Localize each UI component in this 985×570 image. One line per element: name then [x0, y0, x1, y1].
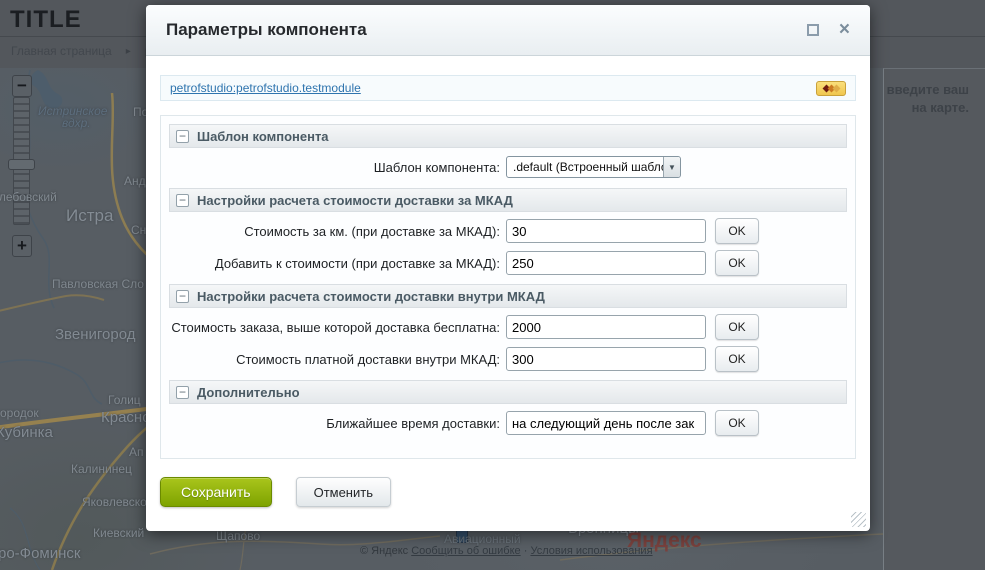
- params-section: − Дополнительно Ближайшее время доставки…: [169, 380, 847, 436]
- map-label: вдхр.: [62, 116, 91, 130]
- ok-button[interactable]: OK: [715, 218, 759, 244]
- map-label: Авиационный: [444, 532, 521, 546]
- close-icon[interactable]: ×: [839, 23, 850, 37]
- collapse-minus-icon[interactable]: −: [176, 194, 189, 207]
- component-params-dialog: Параметры компонента × petrofstudio:petr…: [146, 5, 870, 531]
- collapse-minus-icon[interactable]: −: [176, 386, 189, 399]
- params-section: − Настройки расчета стоимости доставки з…: [169, 188, 847, 276]
- param-row: Стоимость платной доставки внутри МКАД: …: [169, 346, 847, 372]
- ok-button[interactable]: OK: [715, 346, 759, 372]
- param-row: Стоимость заказа, выше которой доставка …: [169, 314, 847, 340]
- ok-button[interactable]: OK: [715, 314, 759, 340]
- param-label: Стоимость заказа, выше которой доставка …: [169, 320, 506, 335]
- collapse-minus-icon[interactable]: −: [176, 130, 189, 143]
- section-header[interactable]: − Настройки расчета стоимости доставки в…: [169, 284, 847, 308]
- map-label: Красно: [101, 409, 151, 426]
- breadcrumb: Главная страница ▸ pet: [11, 44, 161, 58]
- params-section: − Настройки расчета стоимости доставки в…: [169, 284, 847, 372]
- param-input[interactable]: [506, 251, 706, 275]
- param-input[interactable]: [506, 219, 706, 243]
- map-label: Звенигород: [55, 326, 135, 343]
- map-zoom-out-button[interactable]: −: [12, 75, 32, 97]
- resize-grip[interactable]: [851, 512, 866, 527]
- dialog-header[interactable]: Параметры компонента ×: [146, 5, 870, 56]
- section-title: Настройки расчета стоимости доставки вну…: [197, 289, 545, 304]
- map-label: ородок: [0, 406, 39, 420]
- map-label: Яковлевское: [82, 495, 153, 509]
- section-header[interactable]: − Настройки расчета стоимости доставки з…: [169, 188, 847, 212]
- map-label: Ап: [129, 445, 144, 459]
- map-label: Киевский: [93, 526, 144, 540]
- ok-button[interactable]: OK: [715, 410, 759, 436]
- ok-button[interactable]: OK: [715, 250, 759, 276]
- map-label: Калининец: [71, 462, 132, 476]
- cancel-button[interactable]: Отменить: [296, 477, 391, 507]
- param-row: Добавить к стоимости (при доставке за МК…: [169, 250, 847, 276]
- map-label: Кубинка: [0, 424, 53, 441]
- map-label: Голиц: [108, 393, 141, 407]
- map-label: ро-Фоминск: [0, 545, 80, 562]
- component-link-row: petrofstudio:petrofstudio.testmodule: [160, 75, 856, 101]
- map-zoom-in-button[interactable]: +: [12, 235, 32, 257]
- collapse-minus-icon[interactable]: −: [176, 290, 189, 303]
- map-label: Истра: [66, 206, 113, 226]
- section-header[interactable]: − Шаблон компонента: [169, 124, 847, 148]
- template-select[interactable]: .default (Встроенный шаблон) ▼: [506, 156, 681, 178]
- breadcrumb-arrow-icon: ▸: [126, 46, 131, 57]
- params-box: − Шаблон компонента Шаблон компонента: .…: [160, 115, 856, 459]
- map-label: Глебовский: [0, 190, 57, 204]
- section-title: Шаблон компонента: [197, 129, 329, 144]
- map-label: Анд: [124, 174, 146, 188]
- param-label: Ближайшее время доставки:: [169, 416, 506, 431]
- report-error-link[interactable]: Сообщить об ошибке: [411, 545, 520, 557]
- params-section: − Шаблон компонента Шаблон компонента: .…: [169, 124, 847, 180]
- map-label: Сн: [131, 223, 146, 237]
- dialog-title: Параметры компонента: [166, 20, 807, 40]
- param-label: Стоимость за км. (при доставке за МКАД):: [169, 224, 506, 239]
- param-row: Ближайшее время доставки: OK: [169, 410, 847, 436]
- page-title: TITLE: [10, 6, 82, 34]
- map-zoom-slider-handle[interactable]: [8, 159, 35, 170]
- param-row: Стоимость за км. (при доставке за МКАД):…: [169, 218, 847, 244]
- param-input[interactable]: [506, 315, 706, 339]
- chevron-down-icon[interactable]: ▼: [663, 157, 680, 177]
- dialog-body: petrofstudio:petrofstudio.testmodule − Ш…: [146, 56, 870, 507]
- map-label: Щапово: [216, 529, 260, 543]
- select-value: .default (Встроенный шаблон): [507, 157, 663, 177]
- param-label: Стоимость платной доставки внутри МКАД:: [169, 352, 506, 367]
- save-button[interactable]: Сохранить: [160, 477, 272, 507]
- param-label: Добавить к стоимости (при доставке за МК…: [169, 256, 506, 271]
- maximize-icon[interactable]: [807, 24, 819, 36]
- param-input[interactable]: [506, 347, 706, 371]
- section-title: Настройки расчета стоимости доставки за …: [197, 193, 513, 208]
- param-label: Шаблон компонента:: [169, 160, 506, 175]
- right-sidebar: введите ваш на карте.: [883, 68, 985, 570]
- param-input[interactable]: [506, 411, 706, 435]
- param-row: Шаблон компонента: .default (Встроенный …: [169, 154, 847, 180]
- sidebar-hint-text: введите ваш на карте.: [873, 81, 969, 117]
- component-badge-icon: [816, 81, 846, 96]
- copyright-text: © Яндекс: [360, 545, 408, 557]
- map-label: Яндекс: [627, 529, 702, 553]
- component-link[interactable]: petrofstudio:petrofstudio.testmodule: [170, 81, 361, 95]
- map-label: Павловская Сло: [52, 277, 144, 291]
- section-title: Дополнительно: [197, 385, 300, 400]
- section-header[interactable]: − Дополнительно: [169, 380, 847, 404]
- dialog-footer: Сохранить Отменить: [160, 477, 856, 507]
- breadcrumb-home[interactable]: Главная страница: [11, 44, 112, 58]
